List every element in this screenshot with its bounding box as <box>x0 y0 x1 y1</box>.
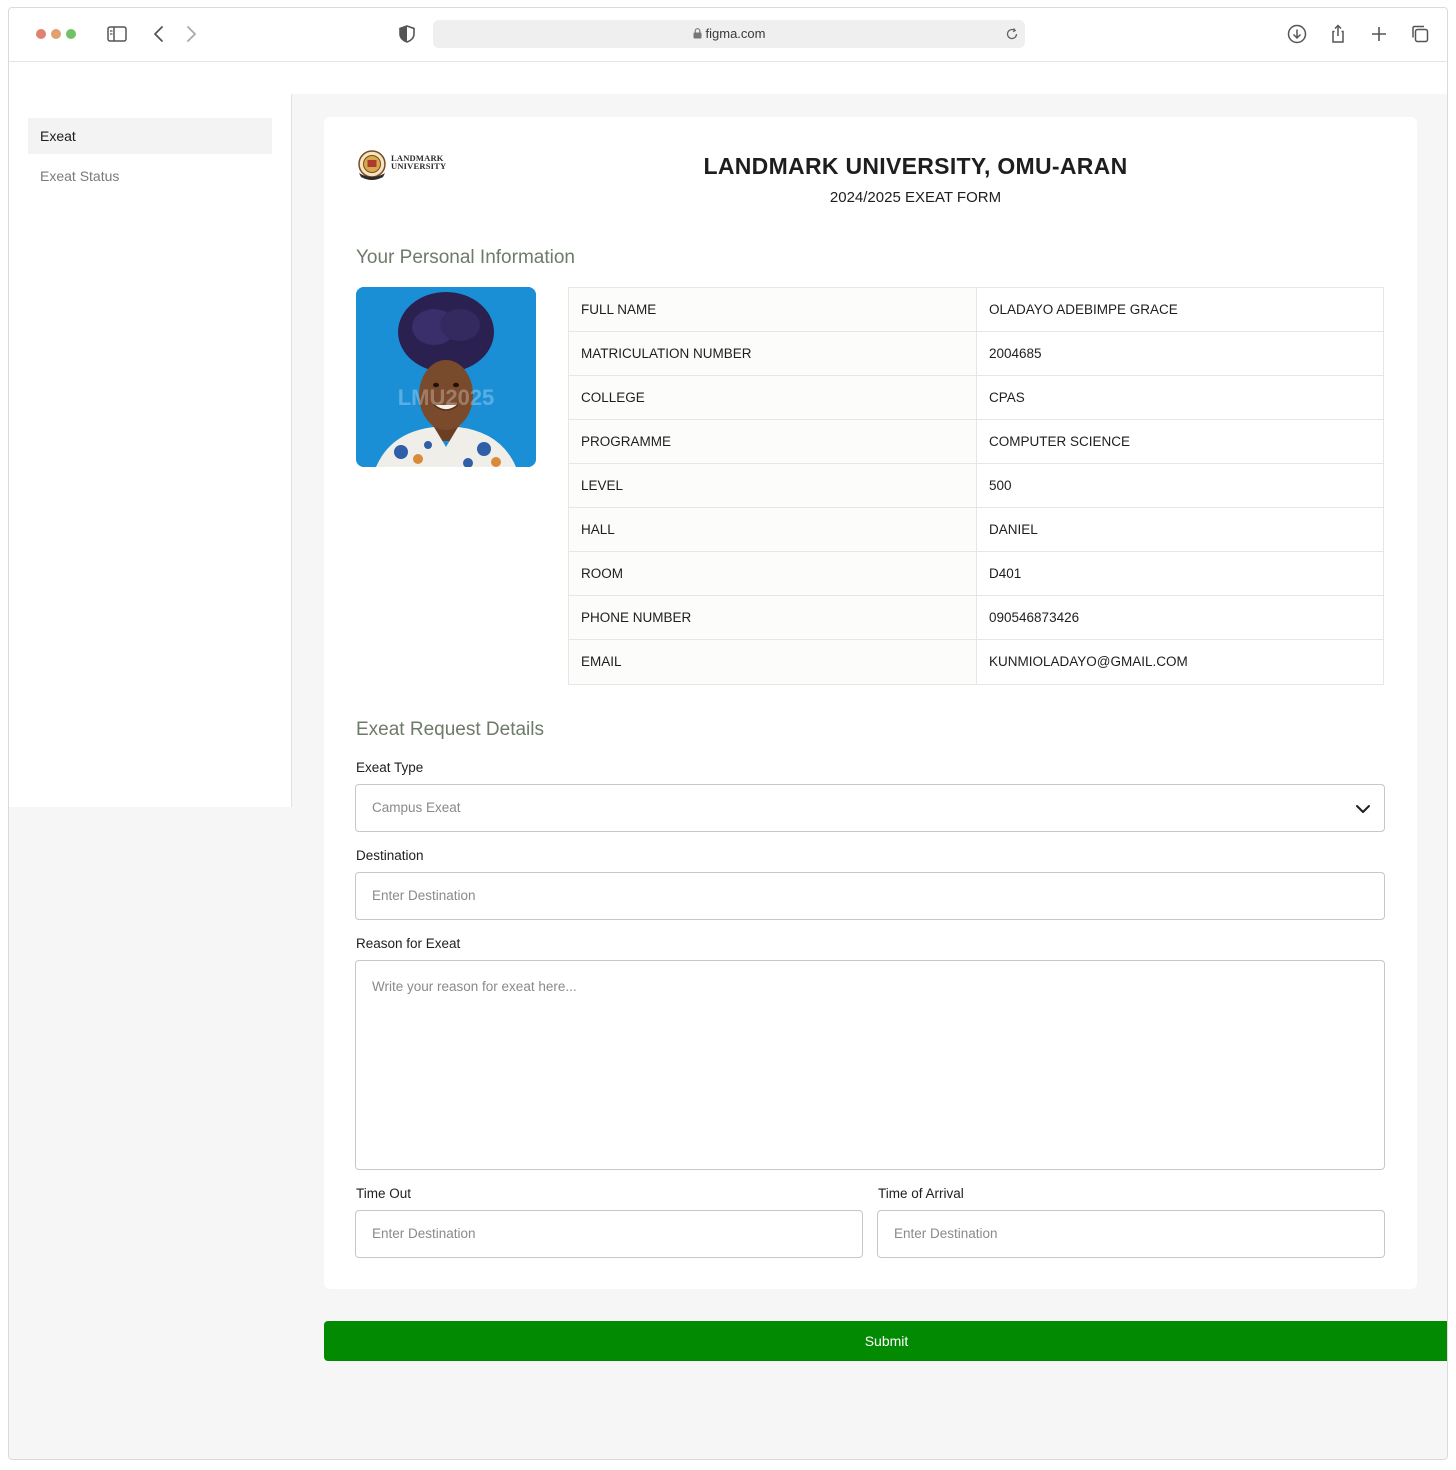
sidebar-item-exeat[interactable]: Exeat <box>28 118 272 154</box>
info-value-phone-number: 090546873426 <box>989 610 1080 625</box>
table-row: ROOM D401 <box>569 552 1383 596</box>
page-subtitle: 2024/2025 EXEAT FORM <box>829 189 1002 206</box>
info-value-level: 500 <box>989 478 1012 493</box>
lock-icon <box>693 28 702 39</box>
info-value-hall: DANIEL <box>989 522 1038 537</box>
table-row: EMAIL KUNMIOLADAYO@GMAIL.COM <box>569 640 1383 684</box>
table-row: PHONE NUMBER 090546873426 <box>569 596 1383 640</box>
photo-watermark: LMU2025 <box>398 385 495 410</box>
time-of-arrival-label: Time of Arrival <box>878 1186 964 1201</box>
info-key-full-name: FULL NAME <box>569 288 977 331</box>
info-key-college: COLLEGE <box>569 376 977 419</box>
sidebar: Exeat Exeat Status <box>9 94 292 807</box>
info-key-room: ROOM <box>569 552 977 595</box>
browser-window: figma.com Exeat Exeat Status LANDMARK UN… <box>8 7 1448 1460</box>
table-row: PROGRAMME COMPUTER SCIENCE <box>569 420 1383 464</box>
table-row: FULL NAME OLADAYO ADEBIMPE GRACE <box>569 288 1383 332</box>
info-key-email: EMAIL <box>569 640 977 684</box>
info-value-programme: COMPUTER SCIENCE <box>989 434 1131 449</box>
sidebar-item-exeat-status[interactable]: Exeat Status <box>28 158 272 194</box>
download-icon[interactable] <box>1285 22 1309 46</box>
browser-toolbar: figma.com <box>9 8 1447 62</box>
exeat-form-card: LANDMARK UNIVERSITY LANDMARK UNIVERSITY,… <box>324 117 1417 1289</box>
submit-button[interactable]: Submit <box>324 1321 1447 1361</box>
exeat-type-value: Campus Exeat <box>372 800 461 815</box>
destination-input[interactable]: Enter Destination <box>355 872 1385 920</box>
personal-info-heading: Your Personal Information <box>356 247 575 268</box>
address-bar[interactable]: figma.com <box>433 20 1025 48</box>
tabs-icon[interactable] <box>1408 22 1432 46</box>
time-out-input[interactable]: Enter Destination <box>355 1210 863 1258</box>
reload-icon[interactable] <box>1003 25 1021 43</box>
info-key-level: LEVEL <box>569 464 977 507</box>
sidebar-icon[interactable] <box>105 22 129 46</box>
info-value-college: CPAS <box>989 390 1025 405</box>
info-key-phone-number: PHONE NUMBER <box>569 596 977 639</box>
info-key-matric-number: MATRICULATION NUMBER <box>569 332 977 375</box>
close-window-button[interactable] <box>36 29 46 39</box>
back-icon[interactable] <box>147 22 171 46</box>
exeat-request-heading: Exeat Request Details <box>356 719 544 740</box>
exeat-type-select[interactable]: Campus Exeat <box>355 784 1385 832</box>
zoom-window-button[interactable] <box>66 29 76 39</box>
student-photo: LMU2025 <box>356 287 536 467</box>
exeat-type-label: Exeat Type <box>356 760 424 775</box>
university-seal-icon <box>358 150 386 180</box>
chevron-down-icon <box>1356 805 1370 813</box>
forward-icon[interactable] <box>179 22 203 46</box>
shield-icon[interactable] <box>395 22 419 46</box>
table-row: HALL DANIEL <box>569 508 1383 552</box>
info-key-hall: HALL <box>569 508 977 551</box>
reason-label: Reason for Exeat <box>356 936 461 951</box>
personal-info-table: FULL NAME OLADAYO ADEBIMPE GRACE MATRICU… <box>568 287 1384 685</box>
info-value-room: D401 <box>989 566 1022 581</box>
reason-textarea[interactable]: Write your reason for exeat here... <box>355 960 1385 1170</box>
url-text: figma.com <box>705 26 766 41</box>
top-band <box>9 62 1447 94</box>
info-key-programme: PROGRAMME <box>569 420 977 463</box>
destination-label: Destination <box>356 848 424 863</box>
share-icon[interactable] <box>1326 22 1350 46</box>
info-value-full-name: OLADAYO ADEBIMPE GRACE <box>989 302 1178 317</box>
info-value-matric-number: 2004685 <box>989 346 1042 361</box>
page-title: LANDMARK UNIVERSITY, OMU-ARAN <box>703 153 1128 179</box>
new-tab-icon[interactable] <box>1367 22 1391 46</box>
minimize-window-button[interactable] <box>51 29 61 39</box>
table-row: MATRICULATION NUMBER 2004685 <box>569 332 1383 376</box>
time-of-arrival-input[interactable]: Enter Destination <box>877 1210 1385 1258</box>
time-out-label: Time Out <box>356 1186 412 1201</box>
table-row: COLLEGE CPAS <box>569 376 1383 420</box>
table-row: LEVEL 500 <box>569 464 1383 508</box>
info-value-email: KUNMIOLADAYO@GMAIL.COM <box>989 654 1188 669</box>
